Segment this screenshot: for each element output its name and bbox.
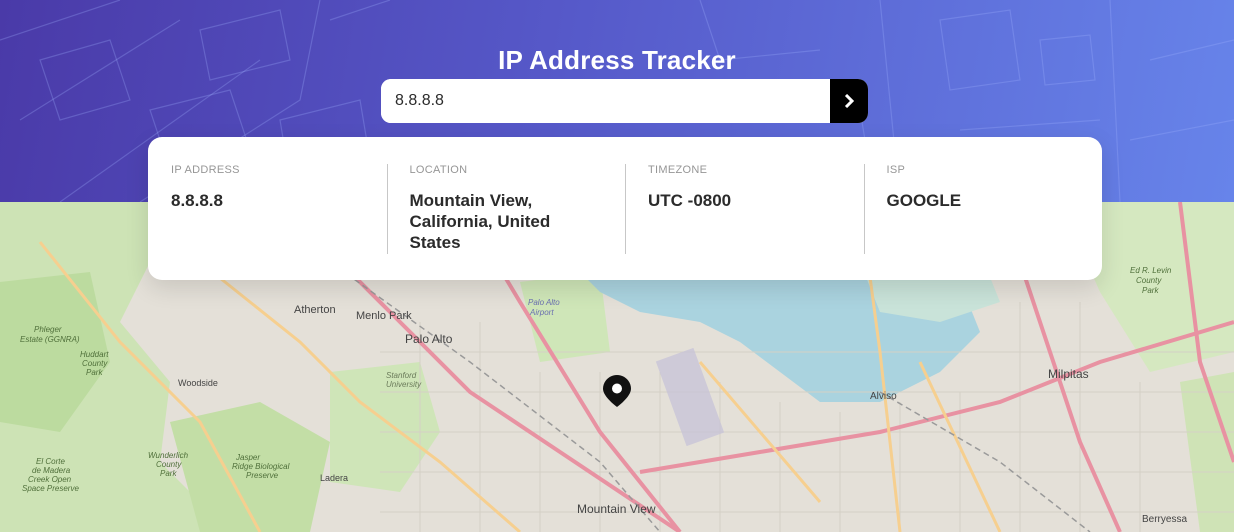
map-label: Palo Alto bbox=[528, 298, 560, 307]
ip-info-card: IP ADDRESS 8.8.8.8 LOCATION Mountain Vie… bbox=[148, 137, 1102, 280]
map-label: Huddart bbox=[80, 350, 109, 359]
map-label: Phleger bbox=[34, 325, 62, 334]
map-label: Palo Alto bbox=[405, 332, 453, 346]
map-label: Ridge Biological bbox=[232, 462, 290, 471]
ip-search-input[interactable] bbox=[381, 79, 830, 123]
page-title: IP Address Tracker bbox=[498, 45, 736, 76]
map-label: Woodside bbox=[178, 378, 218, 388]
search-bar bbox=[381, 79, 868, 123]
map-label: Airport bbox=[529, 308, 554, 317]
map-label: University bbox=[386, 380, 422, 389]
map-label: Preserve bbox=[246, 471, 279, 480]
timezone-stat: TIMEZONE UTC -0800 bbox=[625, 137, 864, 280]
map-label: Milpitas bbox=[1048, 367, 1089, 381]
map-label: Ed R. Levin bbox=[1130, 266, 1172, 275]
stat-value: 8.8.8.8 bbox=[171, 191, 223, 210]
map-label: Berryessa bbox=[1142, 514, 1187, 525]
stat-value: UTC -0800 bbox=[648, 191, 732, 210]
map-label: County bbox=[156, 460, 182, 469]
stat-label: LOCATION bbox=[409, 164, 468, 176]
stat-label: ISP bbox=[886, 164, 906, 176]
ip-address-stat: IP ADDRESS 8.8.8.8 bbox=[148, 137, 387, 280]
map-label: Stanford bbox=[386, 371, 417, 380]
map-label: Mountain View bbox=[577, 502, 656, 516]
stat-value: GOOGLE bbox=[886, 191, 962, 210]
location-stat: LOCATION Mountain View, California, Unit… bbox=[386, 137, 626, 280]
map-label: Park bbox=[86, 368, 103, 377]
map-label: Park bbox=[160, 469, 177, 478]
map-label: Estate (GGNRA) bbox=[20, 335, 80, 344]
map-label: Park bbox=[1142, 286, 1159, 295]
search-submit-button[interactable] bbox=[830, 79, 868, 123]
map-label: Atherton bbox=[294, 304, 336, 316]
map-label: El Corte bbox=[36, 457, 65, 466]
map-label: County bbox=[82, 359, 108, 368]
map-label: County bbox=[1136, 276, 1162, 285]
map-label: Menlo Park bbox=[356, 310, 412, 322]
map-label: de Madera bbox=[32, 466, 71, 475]
isp-stat: ISP GOOGLE bbox=[863, 137, 1103, 280]
map-label: Alviso bbox=[870, 391, 897, 402]
stat-label: IP ADDRESS bbox=[171, 164, 240, 176]
map-label: Wunderlich bbox=[148, 451, 189, 460]
map-label: Ladera bbox=[320, 473, 348, 483]
chevron-right-icon bbox=[844, 94, 854, 108]
map-label: Space Preserve bbox=[22, 484, 79, 493]
stat-value: Mountain View, California, United States bbox=[409, 191, 551, 252]
map-label: Jasper bbox=[235, 453, 260, 462]
map-label: Creek Open bbox=[28, 475, 72, 484]
location-pin-icon[interactable] bbox=[603, 375, 631, 412]
stat-label: TIMEZONE bbox=[648, 164, 708, 176]
